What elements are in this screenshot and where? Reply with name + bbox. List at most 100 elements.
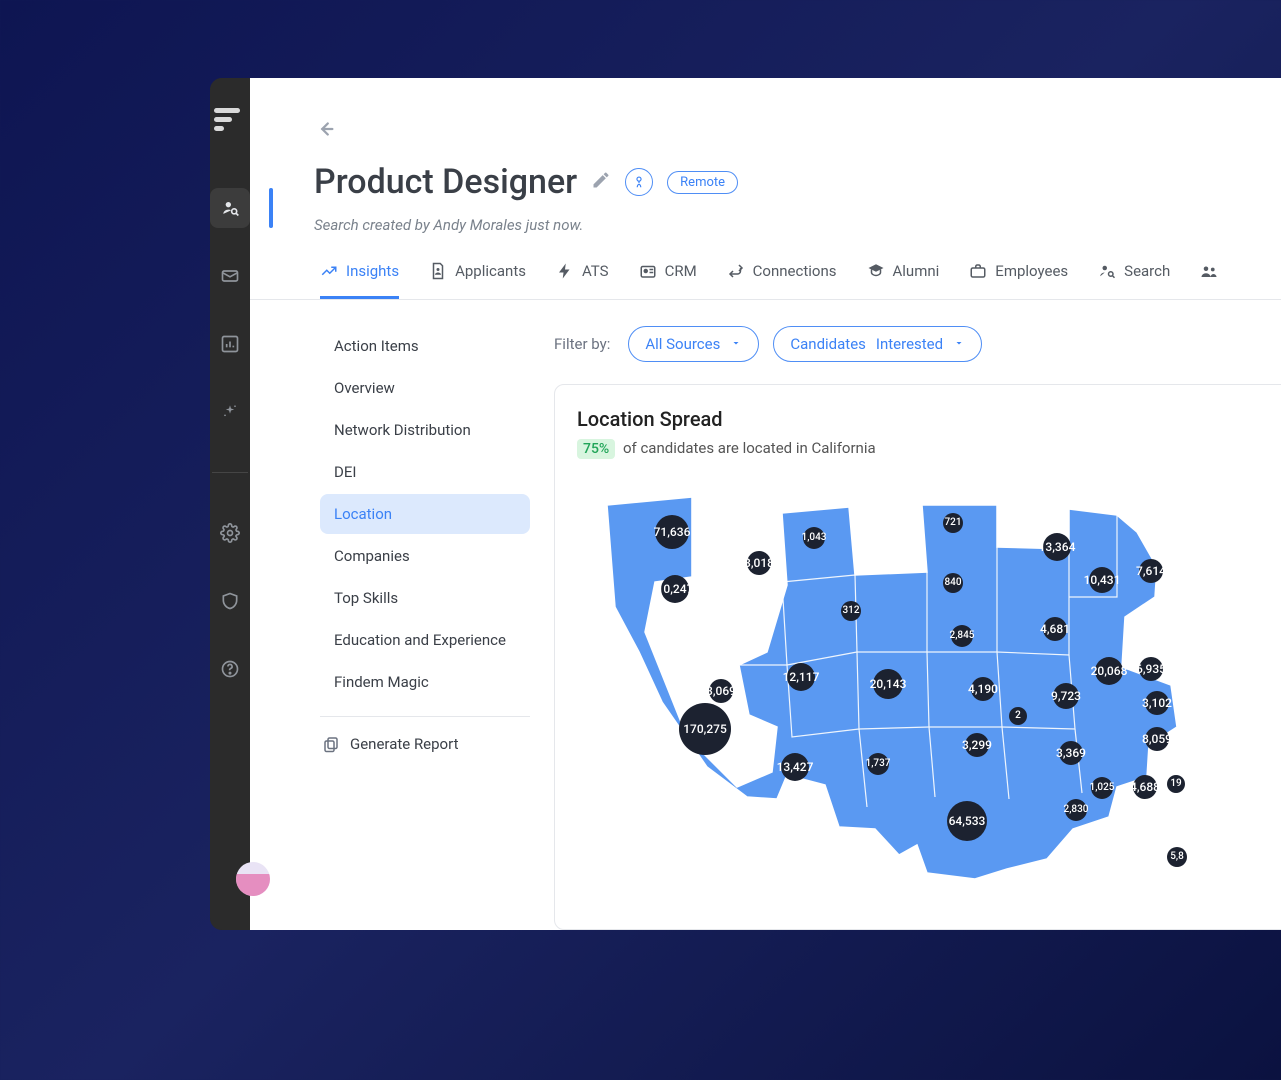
sidebar	[210, 78, 250, 930]
side-item-education-and-experience[interactable]: Education and Experience	[320, 620, 530, 660]
nav-mail[interactable]	[210, 256, 250, 296]
map-bubble[interactable]: 64,533	[947, 801, 987, 841]
map-bubble[interactable]: 6,935	[1139, 657, 1163, 681]
side-item-top-skills[interactable]: Top Skills	[320, 578, 530, 618]
tab-connections[interactable]: Connections	[727, 262, 837, 299]
map-bubble[interactable]: 3,299	[965, 733, 989, 757]
tab-ats[interactable]: ATS	[556, 262, 609, 299]
map-bubble[interactable]: 10,247	[661, 575, 689, 603]
filters-row: Filter by: All Sources Candidates Intere…	[554, 326, 1281, 362]
card-badge: 75%	[577, 439, 615, 459]
map-bubble[interactable]: 1,043	[803, 527, 825, 549]
filter-label: Filter by:	[554, 335, 610, 353]
map-bubble[interactable]: 721	[943, 513, 963, 533]
map-bubble[interactable]: 3,102	[1145, 691, 1169, 715]
nav-analytics[interactable]	[210, 324, 250, 364]
tab-label: ATS	[582, 262, 609, 280]
map-bubble[interactable]: 20,068	[1095, 657, 1123, 685]
filter-sources-value: All Sources	[645, 335, 720, 353]
map-bubble[interactable]: 19	[1167, 775, 1185, 793]
map-bubble[interactable]: 5,8	[1167, 847, 1187, 867]
map-bubble[interactable]: 3,018	[747, 551, 771, 575]
tab-label: CRM	[665, 262, 697, 280]
side-item-dei[interactable]: DEI	[320, 452, 530, 492]
generate-report-label: Generate Report	[350, 735, 458, 753]
nav-search-people[interactable]	[210, 188, 250, 228]
map-bubble[interactable]: 1,737	[867, 753, 889, 775]
generate-report-button[interactable]: Generate Report	[320, 729, 530, 759]
map-bubble[interactable]: 20,143	[873, 669, 903, 699]
map-bubble[interactable]: 8,059	[1145, 727, 1169, 751]
map-bubble[interactable]: 4,190	[971, 677, 995, 701]
filter-sources[interactable]: All Sources	[628, 326, 759, 362]
map-bubble[interactable]: 3,069	[709, 679, 733, 703]
map-bubble[interactable]: 13,364	[1043, 533, 1071, 561]
remote-chip[interactable]: Remote	[667, 171, 738, 194]
location-card: Location Spread 75% of candidates are lo…	[554, 384, 1281, 930]
map-bubble[interactable]: 13,427	[781, 753, 809, 781]
map-bubble[interactable]: 7,614	[1139, 559, 1163, 583]
card-title: Location Spread	[577, 407, 1281, 431]
back-button[interactable]	[314, 118, 336, 140]
tab-label: Insights	[346, 262, 399, 280]
tab-alumni[interactable]: Alumni	[867, 262, 940, 299]
map-bubble[interactable]: 840	[943, 573, 963, 593]
insights-sidelist: Action ItemsOverviewNetwork Distribution…	[320, 326, 530, 930]
map-bubble[interactable]: 170,275	[679, 703, 731, 755]
edit-icon[interactable]	[591, 170, 611, 194]
map-bubble[interactable]: 2,830	[1065, 799, 1087, 821]
filter-candidates-value: Interested	[876, 335, 943, 353]
nav-sparkle[interactable]	[210, 392, 250, 432]
map-bubble[interactable]: 312	[841, 601, 861, 621]
filter-candidates[interactable]: Candidates Interested	[773, 326, 982, 362]
side-divider	[320, 716, 530, 717]
app-window: Product Designer Remote Search created b…	[210, 78, 1281, 930]
page-header: Product Designer Remote Search created b…	[250, 78, 1281, 234]
user-avatar[interactable]	[236, 862, 270, 896]
map-bubble[interactable]: 12,117	[787, 663, 815, 691]
sidebar-nav	[210, 188, 250, 689]
tab-label: Applicants	[455, 262, 526, 280]
map-bubble[interactable]: 4,681	[1043, 617, 1067, 641]
card-subtitle: 75% of candidates are located in Califor…	[577, 439, 1281, 457]
map-bubble[interactable]: 71,636	[655, 515, 689, 549]
map-bubble[interactable]: 9,723	[1053, 683, 1079, 709]
tab-label: Alumni	[893, 262, 940, 280]
side-item-companies[interactable]: Companies	[320, 536, 530, 576]
map-bubble[interactable]: 2	[1009, 707, 1027, 725]
nav-settings[interactable]	[210, 513, 250, 553]
content-area: Filter by: All Sources Candidates Intere…	[554, 326, 1281, 930]
map-bubble[interactable]: 10,431	[1089, 567, 1115, 593]
logo-icon	[214, 108, 246, 132]
tab-label: Search	[1124, 262, 1170, 280]
tab-crm[interactable]: CRM	[639, 262, 697, 299]
tab-people[interactable]	[1200, 262, 1226, 299]
side-item-findem-magic[interactable]: Findem Magic	[320, 662, 530, 702]
title-row: Product Designer Remote	[314, 162, 1281, 202]
tab-label: Employees	[995, 262, 1068, 280]
tab-employees[interactable]: Employees	[969, 262, 1068, 299]
tab-insights[interactable]: Insights	[320, 262, 399, 299]
map-area[interactable]: 71,636 170,275 10,247 1,043 3,018 312 12,117 3,…	[577, 477, 1281, 907]
map-bubble[interactable]: 4,688	[1133, 775, 1157, 799]
remote-chip-label: Remote	[680, 175, 725, 190]
profile-chip[interactable]	[625, 168, 653, 196]
tab-search[interactable]: Search	[1098, 262, 1170, 299]
map-bubble[interactable]: 3,369	[1059, 741, 1083, 765]
page-title: Product Designer	[314, 162, 577, 202]
side-item-action-items[interactable]: Action Items	[320, 326, 530, 366]
main-panel: Product Designer Remote Search created b…	[250, 78, 1281, 930]
nav-shield[interactable]	[210, 581, 250, 621]
card-subtitle-text: of candidates are located in California	[623, 439, 876, 457]
nav-divider	[212, 472, 248, 473]
side-item-overview[interactable]: Overview	[320, 368, 530, 408]
side-item-network-distribution[interactable]: Network Distribution	[320, 410, 530, 450]
map-bubble[interactable]: 2,845	[951, 625, 973, 647]
tab-label: Connections	[753, 262, 837, 280]
map-bubble[interactable]: 1,025	[1091, 777, 1113, 799]
nav-help[interactable]	[210, 649, 250, 689]
tab-applicants[interactable]: Applicants	[429, 262, 526, 299]
page-body: Action ItemsOverviewNetwork Distribution…	[250, 300, 1281, 930]
filter-candidates-label: Candidates	[790, 335, 866, 353]
side-item-location[interactable]: Location	[320, 494, 530, 534]
